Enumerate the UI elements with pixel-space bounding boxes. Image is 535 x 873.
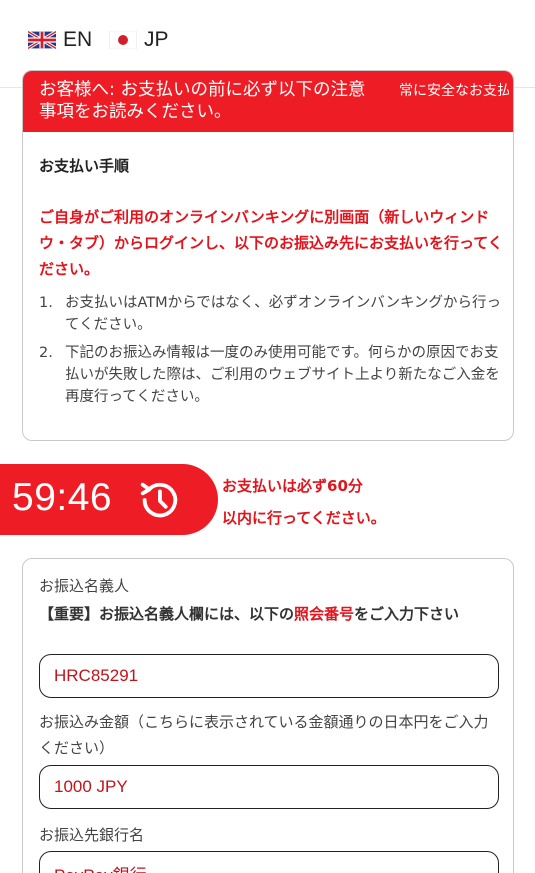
notice-header-text: お客様へ: お支払いの前に必ず以下の注意事項をお読みください。 bbox=[39, 80, 366, 122]
steps-list: 1. お支払いはATMからではなく、必ずオンラインバンキングから行ってください。… bbox=[39, 292, 509, 414]
transfer-name-field[interactable]: HRC85291 bbox=[39, 654, 499, 698]
timer-message: お支払いは必ず60分 以内に行ってください。 bbox=[222, 470, 522, 534]
transfer-amount-value: 1000 JPY bbox=[54, 777, 128, 796]
transfer-amount-field[interactable]: 1000 JPY bbox=[39, 765, 499, 809]
steps-alert: ご自身がご利用のオンラインバンキングに別画面（新しいウィンドウ・タブ）からログイ… bbox=[39, 208, 503, 278]
name-note-suffix: をご入力下さい bbox=[354, 605, 460, 623]
step-text: 下記のお振込み情報は一度のみ使用可能です。何らかの原因でお支払いが失敗した際は、… bbox=[65, 345, 500, 405]
transfer-info-card: お振込名義人 【重要】お振込名義人欄には、以下の照会番号をご入力下さい HRC8… bbox=[22, 558, 514, 873]
payment-notice-card: お客様へ: お支払いの前に必ず以下の注意事項をお読みください。 常に安全なお支払… bbox=[22, 70, 514, 441]
step-item: 1. お支払いはATMからではなく、必ずオンラインバンキングから行ってください。 bbox=[39, 292, 509, 336]
clock-history-icon bbox=[140, 482, 178, 518]
timer-message-line1: お支払いは必ず60分 bbox=[222, 477, 363, 495]
japan-flag-icon bbox=[109, 31, 137, 49]
name-note: 【重要】お振込名義人欄には、以下の照会番号をご入力下さい bbox=[39, 601, 499, 627]
name-note-highlight: 照会番号 bbox=[294, 605, 355, 623]
step-text: お支払いはATMからではなく、必ずオンラインバンキングから行ってください。 bbox=[65, 295, 502, 333]
language-option-en[interactable]: EN bbox=[28, 28, 92, 52]
notice-header-side: 常に安全なお支払いを bbox=[399, 83, 509, 99]
uk-flag-icon bbox=[28, 31, 56, 49]
timer-message-line2: 以内に行ってください。 bbox=[222, 509, 386, 527]
countdown-timer: 59:46 bbox=[0, 464, 218, 535]
name-note-prefix: 【重要】お振込名義人欄には、以下の bbox=[39, 605, 295, 623]
bank-name-value: PayPay銀行 bbox=[54, 861, 147, 873]
timer-value: 59:46 bbox=[12, 476, 113, 519]
step-number: 1. bbox=[39, 295, 53, 311]
name-label: お振込名義人 bbox=[39, 577, 130, 595]
transfer-name-value: HRC85291 bbox=[54, 666, 139, 685]
step-number: 2. bbox=[39, 345, 53, 361]
amount-label: お振込み金額（こちらに表示されている金額通りの日本円をご入力ください） bbox=[39, 713, 489, 757]
language-label-jp: JP bbox=[144, 28, 169, 51]
bank-name-field[interactable]: PayPay銀行 bbox=[39, 851, 499, 873]
steps-title: お支払い手順 bbox=[39, 157, 130, 175]
notice-header: お客様へ: お支払いの前に必ず以下の注意事項をお読みください。 常に安全なお支払… bbox=[23, 71, 513, 132]
step-item: 2. 下記のお振込み情報は一度のみ使用可能です。何らかの原因でお支払いが失敗した… bbox=[39, 342, 509, 408]
bank-label: お振込先銀行名 bbox=[39, 826, 145, 844]
language-label-en: EN bbox=[63, 28, 93, 51]
language-option-jp[interactable]: JP bbox=[109, 28, 169, 52]
